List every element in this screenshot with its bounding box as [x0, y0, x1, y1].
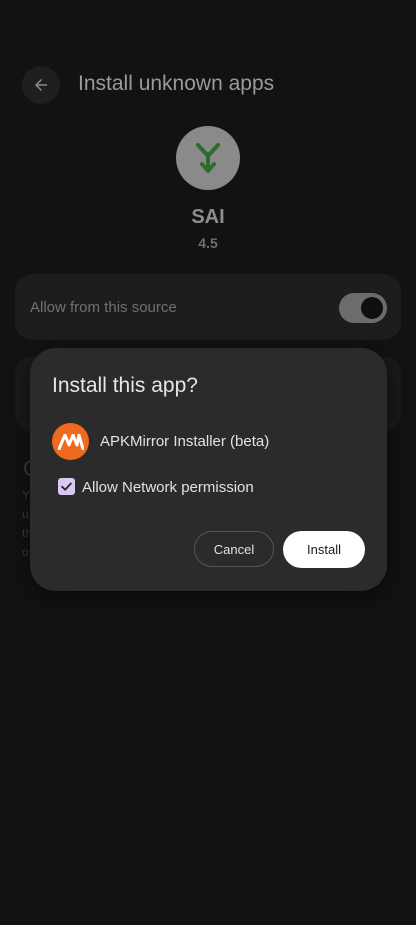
- install-button[interactable]: Install: [283, 531, 365, 568]
- network-permission-checkbox[interactable]: [58, 478, 75, 495]
- check-icon: [61, 482, 72, 491]
- apkmirror-logo-icon: [57, 433, 84, 450]
- install-dialog: Install this app? APKMirror Installer (b…: [30, 348, 387, 591]
- sai-app-icon: [176, 126, 240, 190]
- page-title: Install unknown apps: [78, 72, 275, 95]
- network-permission-label[interactable]: Allow Network permission: [82, 479, 254, 496]
- app-name: SAI: [191, 206, 225, 228]
- dialog-title: Install this app?: [52, 374, 198, 397]
- screen: Install unknown apps SAI 4.5 Allow from …: [0, 0, 416, 925]
- allow-from-source-toggle[interactable]: [339, 293, 387, 323]
- back-button[interactable]: [22, 66, 60, 104]
- toggle-knob: [361, 297, 383, 319]
- allow-from-source-row[interactable]: Allow from this source: [15, 274, 401, 340]
- dialog-app-name: APKMirror Installer (beta): [100, 433, 270, 450]
- split-arrow-icon: [196, 143, 220, 173]
- cancel-button[interactable]: Cancel: [194, 531, 274, 567]
- app-version: 4.5: [198, 235, 218, 251]
- apkmirror-app-icon: [52, 423, 89, 460]
- allow-from-source-label: Allow from this source: [30, 299, 177, 316]
- arrow-left-icon: [35, 79, 47, 91]
